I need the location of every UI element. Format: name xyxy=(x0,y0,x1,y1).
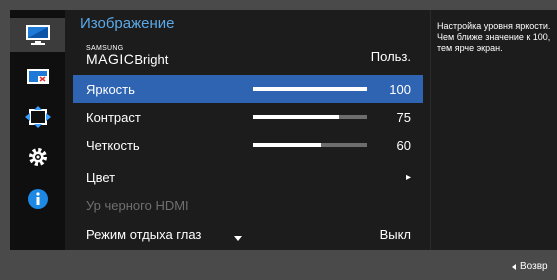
position-arrows-icon xyxy=(24,106,51,128)
tab-position[interactable] xyxy=(10,100,65,134)
magic-brand-big: MAGIC xyxy=(86,51,135,67)
menu-item-eye-saver[interactable]: Режим отдыха глаз Выкл xyxy=(73,220,423,248)
menu-item-color[interactable]: Цвет ▸ xyxy=(73,163,423,191)
menu-title: Изображение xyxy=(80,15,175,32)
brightness-slider[interactable] xyxy=(253,87,367,91)
eye-saver-value: Выкл xyxy=(379,226,411,242)
picture-size-icon xyxy=(26,69,49,84)
sharpness-slider[interactable] xyxy=(253,143,367,147)
contrast-slider-fill xyxy=(253,115,339,119)
picture-menu-panel: Изображение SAMSUNG MAGICBright Польз. Я… xyxy=(65,10,430,250)
return-hint[interactable]: Возвр xyxy=(512,261,548,272)
tab-picture[interactable] xyxy=(10,18,65,52)
return-label: Возвр xyxy=(520,261,548,272)
tab-information[interactable] xyxy=(10,182,65,216)
scroll-down-icon[interactable] xyxy=(234,236,242,241)
contrast-value: 75 xyxy=(396,109,411,125)
menu-item-brightness[interactable]: Яркость 100 xyxy=(73,75,423,103)
brightness-label: Яркость xyxy=(86,81,135,97)
brightness-slider-fill xyxy=(253,87,367,91)
settings-gear-icon xyxy=(28,148,47,166)
info-icon xyxy=(27,189,48,209)
sharpness-value: 60 xyxy=(396,137,411,153)
monitor-picture-icon xyxy=(25,25,50,45)
help-panel: Настройка уровня яркости. Чем ближе знач… xyxy=(430,10,557,250)
eye-saver-label: Режим отдыха глаз xyxy=(86,226,202,242)
icon-sidebar xyxy=(10,10,65,250)
magic-brand-suffix: Bright xyxy=(134,52,169,67)
contrast-label: Контраст xyxy=(86,109,141,125)
menu-item-magic-bright[interactable]: SAMSUNG MAGICBright Польз. xyxy=(73,42,423,70)
color-label: Цвет xyxy=(86,169,116,185)
menu-item-sharpness[interactable]: Четкость 60 xyxy=(73,131,423,159)
osd-screen: Изображение SAMSUNG MAGICBright Польз. Я… xyxy=(0,0,557,280)
magic-bright-logo: SAMSUNG MAGICBright xyxy=(86,45,168,68)
menu-item-hdmi-black-level: Ур черного HDMI xyxy=(73,191,423,219)
hdmi-black-level-label: Ур черного HDMI xyxy=(86,197,189,213)
menu-item-contrast[interactable]: Контраст 75 xyxy=(73,103,423,131)
help-text: Настройка уровня яркости. Чем ближе знач… xyxy=(437,21,551,53)
magic-bright-value: Польз. xyxy=(370,48,411,64)
return-arrow-icon xyxy=(512,263,516,270)
brightness-value: 100 xyxy=(389,81,411,97)
submenu-arrow-icon: ▸ xyxy=(405,171,411,183)
contrast-slider[interactable] xyxy=(253,115,367,119)
sharpness-slider-fill xyxy=(253,143,322,147)
sharpness-label: Четкость xyxy=(86,137,140,153)
tab-onscreen-display[interactable] xyxy=(10,60,65,94)
tab-system[interactable] xyxy=(10,140,65,174)
